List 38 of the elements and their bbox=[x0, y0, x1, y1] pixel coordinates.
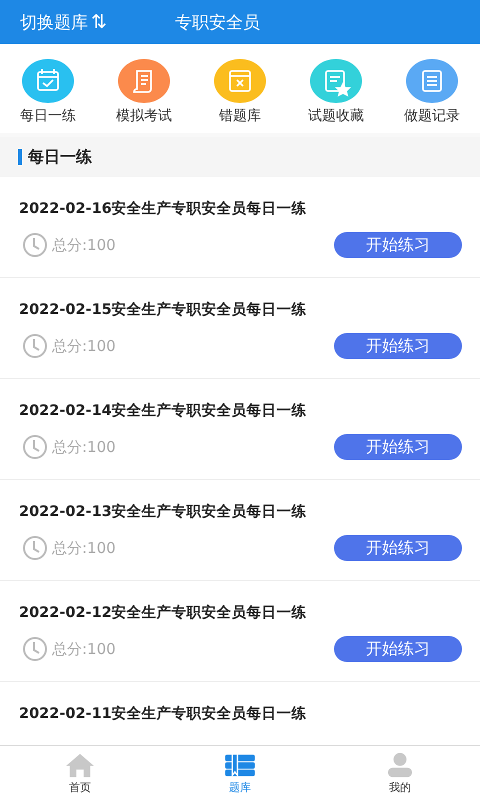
shortcut-label[interactable]: 试题收藏 bbox=[308, 107, 364, 125]
exercise-title: 2022-02-15安全生产专职安全员每日一练 bbox=[19, 300, 308, 319]
start-practice-button[interactable]: 开始练习 bbox=[334, 535, 462, 561]
tab[interactable]: 题库 bbox=[160, 746, 320, 800]
list-icon[interactable] bbox=[405, 59, 459, 103]
books-icon bbox=[223, 752, 257, 778]
start-practice-button[interactable]: 开始练习 bbox=[334, 232, 462, 258]
favorite-icon[interactable] bbox=[309, 59, 363, 103]
shortcut-label[interactable]: 模拟考试 bbox=[116, 107, 172, 125]
switch-bank-link[interactable]: 切换题库⇅ bbox=[20, 10, 107, 34]
calendar-icon[interactable] bbox=[21, 59, 75, 103]
score-text: 总分:100 bbox=[52, 438, 116, 456]
score-text: 总分:100 bbox=[52, 336, 116, 356]
clock-icon bbox=[22, 434, 48, 460]
score-text: 总分:100 bbox=[52, 538, 116, 558]
score-text: 总分:100 bbox=[52, 236, 116, 254]
exercise-title: 2022-02-11安全生产专职安全员每日一练 bbox=[19, 704, 308, 723]
shortcut-label[interactable]: 每日一练 bbox=[20, 107, 76, 125]
shortcut-label[interactable]: 错题库 bbox=[219, 107, 261, 125]
shortcut-label[interactable]: 做题记录 bbox=[404, 107, 460, 125]
clock-icon bbox=[22, 636, 48, 662]
page-title: 专职安全员 bbox=[174, 12, 260, 34]
exercise-title: 2022-02-14安全生产专职安全员每日一练 bbox=[19, 401, 308, 420]
score-text: 总分:100 bbox=[52, 640, 116, 658]
start-practice-button[interactable]: 开始练习 bbox=[334, 333, 462, 359]
clock-icon bbox=[22, 333, 48, 359]
book-icon[interactable] bbox=[213, 59, 267, 103]
start-practice-button[interactable]: 开始练习 bbox=[334, 434, 462, 460]
tab[interactable]: 我的 bbox=[320, 746, 480, 800]
clock-icon bbox=[22, 535, 48, 561]
clock-icon bbox=[22, 232, 48, 258]
tab[interactable]: 首页 bbox=[0, 746, 160, 800]
scroll-icon[interactable] bbox=[117, 59, 171, 103]
start-practice-button[interactable]: 开始练习 bbox=[334, 636, 462, 662]
exercise-title: 2022-02-13安全生产专职安全员每日一练 bbox=[19, 502, 308, 521]
exercise-title: 2022-02-12安全生产专职安全员每日一练 bbox=[19, 603, 308, 622]
section-title: 每日一练 bbox=[28, 146, 92, 168]
exercise-title: 2022-02-16安全生产专职安全员每日一练 bbox=[19, 199, 308, 218]
